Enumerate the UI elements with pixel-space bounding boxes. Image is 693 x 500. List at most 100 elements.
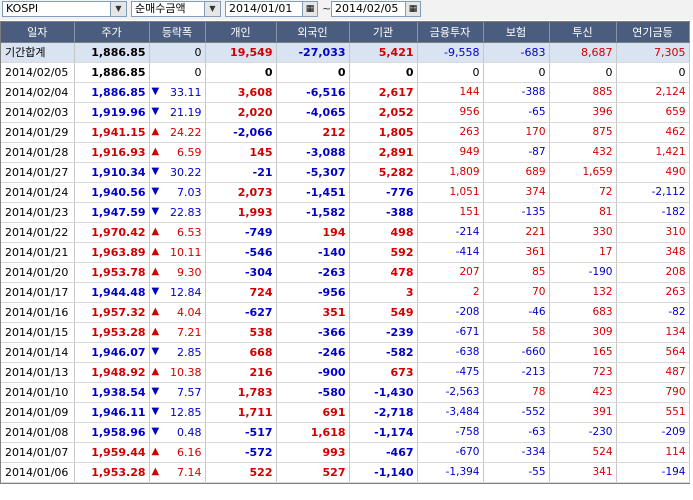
row-pension: 462 <box>616 122 690 143</box>
col-header-trust[interactable]: 투신 <box>549 22 617 43</box>
row-change: ▼ 7.57 <box>149 382 206 403</box>
row-individual: 2,020 <box>205 102 277 123</box>
row-foreign: -246 <box>276 342 350 363</box>
row-insurance: -388 <box>483 82 550 103</box>
row-foreign: 993 <box>276 442 350 463</box>
table-row[interactable]: 2014/01/29 1,941.15 ▲ 24.22 -2,066 212 1,805 26… <box>1 122 690 143</box>
table-row[interactable]: 2014/01/15 1,953.28 ▲ 7.21 538 -366 -239 -671 58… <box>1 322 690 343</box>
col-header-insurance[interactable]: 보험 <box>483 22 550 43</box>
row-change-value: 22.83 <box>170 205 202 219</box>
calendar-icon[interactable]: ▦ <box>405 2 420 16</box>
row-trust: -230 <box>549 422 617 443</box>
col-header-foreign[interactable]: 외국인 <box>276 22 350 43</box>
row-pension: 490 <box>616 162 690 183</box>
table-row[interactable]: 2014/01/14 1,946.07 ▼ 2.85 668 -246 -582 -638 -6… <box>1 342 690 363</box>
row-change: ▲ 7.14 <box>149 462 206 483</box>
total-individual: 19,549 <box>205 42 277 63</box>
col-header-individual[interactable]: 개인 <box>205 22 277 43</box>
col-header-change[interactable]: 등락폭 <box>149 22 206 43</box>
row-trust: 885 <box>549 82 617 103</box>
row-institution: 0 <box>349 62 418 83</box>
row-change: ▲ 6.53 <box>149 222 206 243</box>
row-insurance: -46 <box>483 302 550 323</box>
row-insurance: 58 <box>483 322 550 343</box>
triangle-up-icon: ▲ <box>151 445 160 457</box>
table-row[interactable]: 2014/01/06 1,953.28 ▲ 7.14 522 527 -1,140 -1,39… <box>1 462 690 483</box>
header-row: 일자 주가 등락폭 개인 외국인 기관 금융투자 보험 투신 연기금등 <box>1 22 690 43</box>
total-trust: 8,687 <box>549 42 617 63</box>
row-fin-invest: -414 <box>417 242 484 263</box>
row-pension: 310 <box>616 222 690 243</box>
market-select[interactable]: KOSPI ▼ <box>2 1 127 17</box>
total-row[interactable]: 기간합계 1,886.85 0 19,549 -27,033 5,421 -9,… <box>1 42 690 63</box>
calendar-icon[interactable]: ▦ <box>302 2 317 16</box>
row-individual: 1,783 <box>205 382 277 403</box>
row-price: 1,886.85 <box>74 62 150 83</box>
table-row[interactable]: 2014/01/28 1,916.93 ▲ 6.59 145 -3,088 2,891 949… <box>1 142 690 163</box>
row-price: 1,916.93 <box>74 142 150 163</box>
row-price: 1,941.15 <box>74 122 150 143</box>
col-header-fin-invest[interactable]: 금융투자 <box>417 22 484 43</box>
triangle-down-icon: ▼ <box>151 285 160 297</box>
total-fin-invest: -9,558 <box>417 42 484 63</box>
total-foreign: -27,033 <box>276 42 350 63</box>
chevron-down-icon[interactable]: ▼ <box>204 2 220 16</box>
row-change: ▼ 22.83 <box>149 202 206 223</box>
table-row[interactable]: 2014/01/16 1,957.32 ▲ 4.04 -627 351 549 -208 -46… <box>1 302 690 323</box>
row-trust: 524 <box>549 442 617 463</box>
table-row[interactable]: 2014/01/10 1,938.54 ▼ 7.57 1,783 -580 -1,430 -2… <box>1 382 690 403</box>
row-foreign: -366 <box>276 322 350 343</box>
date-from-field[interactable]: 2014/01/01 ▦ <box>225 1 318 17</box>
row-fin-invest: -758 <box>417 422 484 443</box>
row-trust: 1,659 <box>549 162 617 183</box>
table-row[interactable]: 2014/01/09 1,946.11 ▼ 12.85 1,711 691 -2,718 -3… <box>1 402 690 423</box>
row-individual: -749 <box>205 222 277 243</box>
row-price: 1,958.96 <box>74 422 150 443</box>
table-row[interactable]: 2014/01/21 1,963.89 ▲ 10.11 -546 -140 592 -414 3… <box>1 242 690 263</box>
row-trust: 391 <box>549 402 617 423</box>
toolbar: KOSPI ▼ 순매수금액 ▼ 2014/01/01 ▦ ~ 2014/02/0… <box>0 0 693 20</box>
row-pension: 348 <box>616 242 690 263</box>
table-row[interactable]: 2014/01/13 1,948.92 ▲ 10.38 216 -900 673 -475 -2… <box>1 362 690 383</box>
row-date: 2014/02/05 <box>1 62 75 83</box>
row-fin-invest: 0 <box>417 62 484 83</box>
table-row[interactable]: 2014/01/27 1,910.34 ▼ 30.22 -21 -5,307 5,282 1,… <box>1 162 690 183</box>
table-row[interactable]: 2014/01/17 1,944.48 ▼ 12.84 724 -956 3 2 70 132 26… <box>1 282 690 303</box>
row-date: 2014/01/23 <box>1 202 75 223</box>
row-change-value: 7.57 <box>177 385 202 399</box>
row-institution: 592 <box>349 242 418 263</box>
table-row[interactable]: 2014/01/08 1,958.96 ▼ 0.48 -517 1,618 -1,174 -7… <box>1 422 690 443</box>
row-fin-invest: -475 <box>417 362 484 383</box>
row-institution: 2,891 <box>349 142 418 163</box>
row-institution: -1,430 <box>349 382 418 403</box>
table-row[interactable]: 2014/01/07 1,959.44 ▲ 6.16 -572 993 -467 -670 -3… <box>1 442 690 463</box>
row-foreign: -1,451 <box>276 182 350 203</box>
row-foreign: 1,618 <box>276 422 350 443</box>
col-header-institution[interactable]: 기관 <box>349 22 418 43</box>
row-pension: 114 <box>616 442 690 463</box>
row-date: 2014/01/27 <box>1 162 75 183</box>
col-header-date[interactable]: 일자 <box>1 22 75 43</box>
row-individual: -21 <box>205 162 277 183</box>
metric-select[interactable]: 순매수금액 ▼ <box>131 1 221 17</box>
col-header-price[interactable]: 주가 <box>74 22 150 43</box>
row-fin-invest: 949 <box>417 142 484 163</box>
col-header-pension[interactable]: 연기금등 <box>616 22 690 43</box>
row-foreign: -3,088 <box>276 142 350 163</box>
table-row[interactable]: 2014/01/23 1,947.59 ▼ 22.83 1,993 -1,582 -388 1… <box>1 202 690 223</box>
date-to-field[interactable]: 2014/02/05 ▦ <box>331 1 421 17</box>
table-row[interactable]: 2014/02/03 1,919.96 ▼ 21.19 2,020 -4,065 2,052… <box>1 102 690 123</box>
row-fin-invest: -1,394 <box>417 462 484 483</box>
table-row[interactable]: 2014/02/05 1,886.85 0 0 0 0 0 0 0 0 <box>1 62 690 83</box>
row-individual: 1,711 <box>205 402 277 423</box>
chevron-down-icon[interactable]: ▼ <box>110 2 126 16</box>
table-row[interactable]: 2014/01/20 1,953.78 ▲ 9.30 -304 -263 478 207 85-… <box>1 262 690 283</box>
table-row[interactable]: 2014/01/22 1,970.42 ▲ 6.53 -749 194 498 -214 221… <box>1 222 690 243</box>
row-foreign: -140 <box>276 242 350 263</box>
row-date: 2014/01/13 <box>1 362 75 383</box>
row-pension: 551 <box>616 402 690 423</box>
row-change-value: 4.04 <box>177 305 202 319</box>
table-row[interactable]: 2014/01/24 1,940.56 ▼ 7.03 2,073 -1,451 -776 1,… <box>1 182 690 203</box>
row-fin-invest: 1,051 <box>417 182 484 203</box>
table-row[interactable]: 2014/02/04 1,886.85 ▼ 33.11 3,608 -6,516 2,617… <box>1 82 690 103</box>
